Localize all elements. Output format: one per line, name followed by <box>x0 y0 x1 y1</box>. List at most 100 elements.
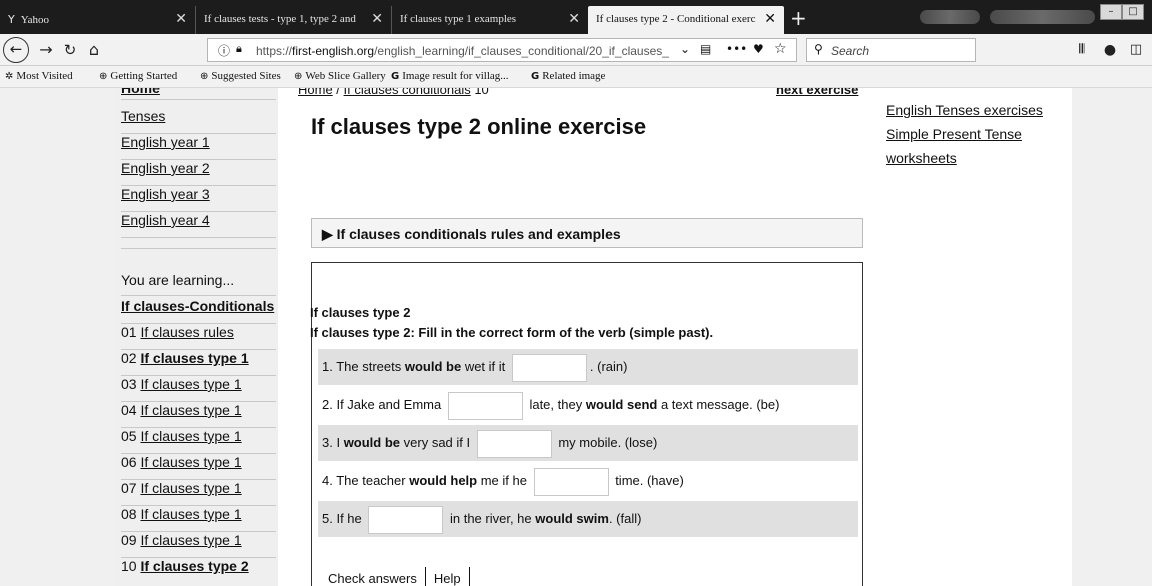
answer-input[interactable] <box>511 353 587 382</box>
close-icon[interactable]: ✕ <box>568 11 580 27</box>
answer-input[interactable] <box>533 467 609 496</box>
back-button[interactable]: ← <box>3 37 29 63</box>
sidebar-icon[interactable]: ◫ <box>1126 40 1146 60</box>
url-text: https://first-english.org/english_learni… <box>256 44 669 58</box>
lesson-item[interactable]: 05 If clauses type 1 <box>121 428 276 454</box>
blurred-area <box>920 10 980 24</box>
lesson-item[interactable]: 07 If clauses type 1 <box>121 480 276 506</box>
library-icon[interactable]: 𝄃𝄃 <box>1072 40 1092 60</box>
bookmarks-toolbar: ✲ Most Visited ⊕ Getting Started ⊕ Suggeste… <box>0 66 1152 88</box>
check-answers-button[interactable]: Check answers <box>320 567 426 586</box>
question-text: 2. If Jake and Emma late, they would sen… <box>322 391 779 420</box>
bookmark-suggested-sites[interactable]: ⊕ Suggested Sites <box>200 70 281 82</box>
bookmark-star-icon[interactable]: ☆ <box>774 41 787 57</box>
bookmark-image-result[interactable]: G Image result for villag... <box>391 70 509 82</box>
tab-label: Y Yahoo <box>8 13 49 26</box>
sidebar-item-tenses[interactable]: Tenses <box>121 108 276 134</box>
simple-present-link[interactable]: Simple Present Tense worksheets <box>886 126 1022 166</box>
forward-button[interactable]: → <box>36 40 56 60</box>
close-icon[interactable]: ✕ <box>371 11 383 27</box>
question-row: 2. If Jake and Emma late, they would sen… <box>318 387 858 423</box>
search-input[interactable]: ⚲ Search <box>806 38 976 62</box>
lesson-item[interactable]: 08 If clauses type 1 <box>121 506 276 532</box>
close-icon[interactable]: ✕ <box>764 11 776 27</box>
info-icon[interactable]: ⓘ <box>218 42 230 59</box>
tab-yahoo[interactable]: Y Yahoo ✕ <box>0 6 196 34</box>
help-button[interactable]: Help <box>426 567 470 586</box>
bookmark-most-visited[interactable]: ✲ Most Visited <box>5 70 73 82</box>
lesson-item-current[interactable]: 10 If clauses type 2 <box>121 558 276 584</box>
breadcrumb-home[interactable]: Home <box>298 88 333 97</box>
tab-label: If clauses type 1 examples <box>400 13 517 25</box>
home-button[interactable]: ⌂ <box>84 40 104 60</box>
exercise-title: If clauses type 2 <box>310 305 411 320</box>
breadcrumb-section[interactable]: If clauses conditionals <box>344 88 471 97</box>
main-content: Home / If clauses conditionals 10 next e… <box>278 88 872 586</box>
sidebar-item-english-year-3[interactable]: English year 3 <box>121 186 276 212</box>
reader-view-icon[interactable]: ▤ <box>700 42 711 56</box>
page-content: Home Tenses English year 1 English year … <box>0 88 1152 586</box>
tab-label: If clauses tests - type 1, type 2 and <box>204 13 356 25</box>
question-text: 4. The teacher would help me if he time.… <box>322 467 684 496</box>
section-title[interactable]: If clauses-Conditionals <box>121 298 276 324</box>
more-actions-icon[interactable]: ••• <box>726 42 747 56</box>
close-icon[interactable]: ✕ <box>175 11 187 27</box>
question-row: 1. The streets would be wet if it . (rai… <box>318 349 858 385</box>
sidebar-item-english-year-2[interactable]: English year 2 <box>121 160 276 186</box>
gear-icon: ✲ <box>5 71 14 82</box>
question-row: 5. If he in the river, he would swim. (f… <box>318 501 858 537</box>
new-tab-button[interactable]: + <box>790 6 807 30</box>
account-icon[interactable]: ● <box>1100 40 1120 60</box>
answer-input[interactable] <box>476 429 552 458</box>
reload-button[interactable]: ↻ <box>60 40 80 60</box>
answer-input[interactable] <box>368 505 444 534</box>
google-icon: G <box>531 71 540 82</box>
sidebar-divider <box>121 248 276 264</box>
globe-icon: ⊕ <box>294 71 303 82</box>
search-placeholder: Search <box>831 44 870 58</box>
lock-icon: 🔒︎ <box>236 42 242 55</box>
left-gutter <box>0 88 115 586</box>
sidebar-item-english-year-4[interactable]: English year 4 <box>121 212 276 238</box>
exercise-box: If clauses type 2 If clauses type 2: Fil… <box>310 262 863 586</box>
sidebar: Home Tenses English year 1 English year … <box>115 88 278 586</box>
lesson-item[interactable]: 09 If clauses type 1 <box>121 532 276 558</box>
question-row: 3. I would be very sad if I my mobile. (… <box>318 425 858 461</box>
lesson-item[interactable]: 04 If clauses type 1 <box>121 402 276 428</box>
bookmark-related-image[interactable]: G Related image <box>531 70 605 82</box>
maximize-button[interactable]: □ <box>1122 4 1144 20</box>
search-icon: ⚲ <box>814 42 823 56</box>
lesson-item[interactable]: 06 If clauses type 1 <box>121 454 276 480</box>
url-bar[interactable]: ⓘ 🔒︎ https://first-english.org/english_l… <box>207 38 797 62</box>
question-row: 4. The teacher would help me if he time.… <box>318 463 858 499</box>
english-tenses-link[interactable]: English Tenses exercises <box>886 102 1043 118</box>
rules-toggle[interactable]: ▶ If clauses conditionals rules and exam… <box>311 218 863 248</box>
blurred-area <box>990 10 1095 24</box>
lesson-item[interactable]: 01 If clauses rules <box>121 324 276 350</box>
tab-if-clauses-tests[interactable]: If clauses tests - type 1, type 2 and ✕ <box>196 6 392 34</box>
google-icon: G <box>391 71 400 82</box>
exercise-instruction: If clauses type 2: Fill in the correct f… <box>310 325 714 340</box>
tab-type2-active[interactable]: If clauses type 2 - Conditional exerc ✕ <box>588 6 784 34</box>
lesson-item[interactable]: 03 If clauses type 1 <box>121 376 276 402</box>
question-text: 3. I would be very sad if I my mobile. (… <box>322 429 657 458</box>
tab-strip: Y Yahoo ✕ If clauses tests - type 1, type… <box>0 0 1152 34</box>
right-gutter <box>1072 88 1152 586</box>
pocket-icon[interactable]: ♥ <box>753 42 764 56</box>
globe-icon: ⊕ <box>99 71 108 82</box>
lesson-item[interactable]: 02 If clauses type 1 <box>121 350 276 376</box>
right-links: English Tenses exercises Simple Present … <box>886 98 1071 170</box>
bookmark-getting-started[interactable]: ⊕ Getting Started <box>99 70 177 82</box>
tab-label: If clauses type 2 - Conditional exerc <box>596 13 756 25</box>
minimize-button[interactable]: – <box>1100 4 1122 20</box>
answer-input[interactable] <box>447 391 523 420</box>
exercise-buttons: Check answers Help <box>320 567 470 586</box>
chevron-down-icon[interactable]: ⌄ <box>680 42 690 56</box>
page-title: If clauses type 2 online exercise <box>311 114 647 139</box>
bookmark-web-slice-gallery[interactable]: ⊕ Web Slice Gallery <box>294 70 386 82</box>
sidebar-item-home[interactable]: Home <box>121 88 276 100</box>
next-exercise-link[interactable]: next exercise <box>776 88 858 97</box>
tab-type1-examples[interactable]: If clauses type 1 examples ✕ <box>392 6 588 34</box>
sidebar-item-english-year-1[interactable]: English year 1 <box>121 134 276 160</box>
question-text: 5. If he in the river, he would swim. (f… <box>322 505 641 534</box>
